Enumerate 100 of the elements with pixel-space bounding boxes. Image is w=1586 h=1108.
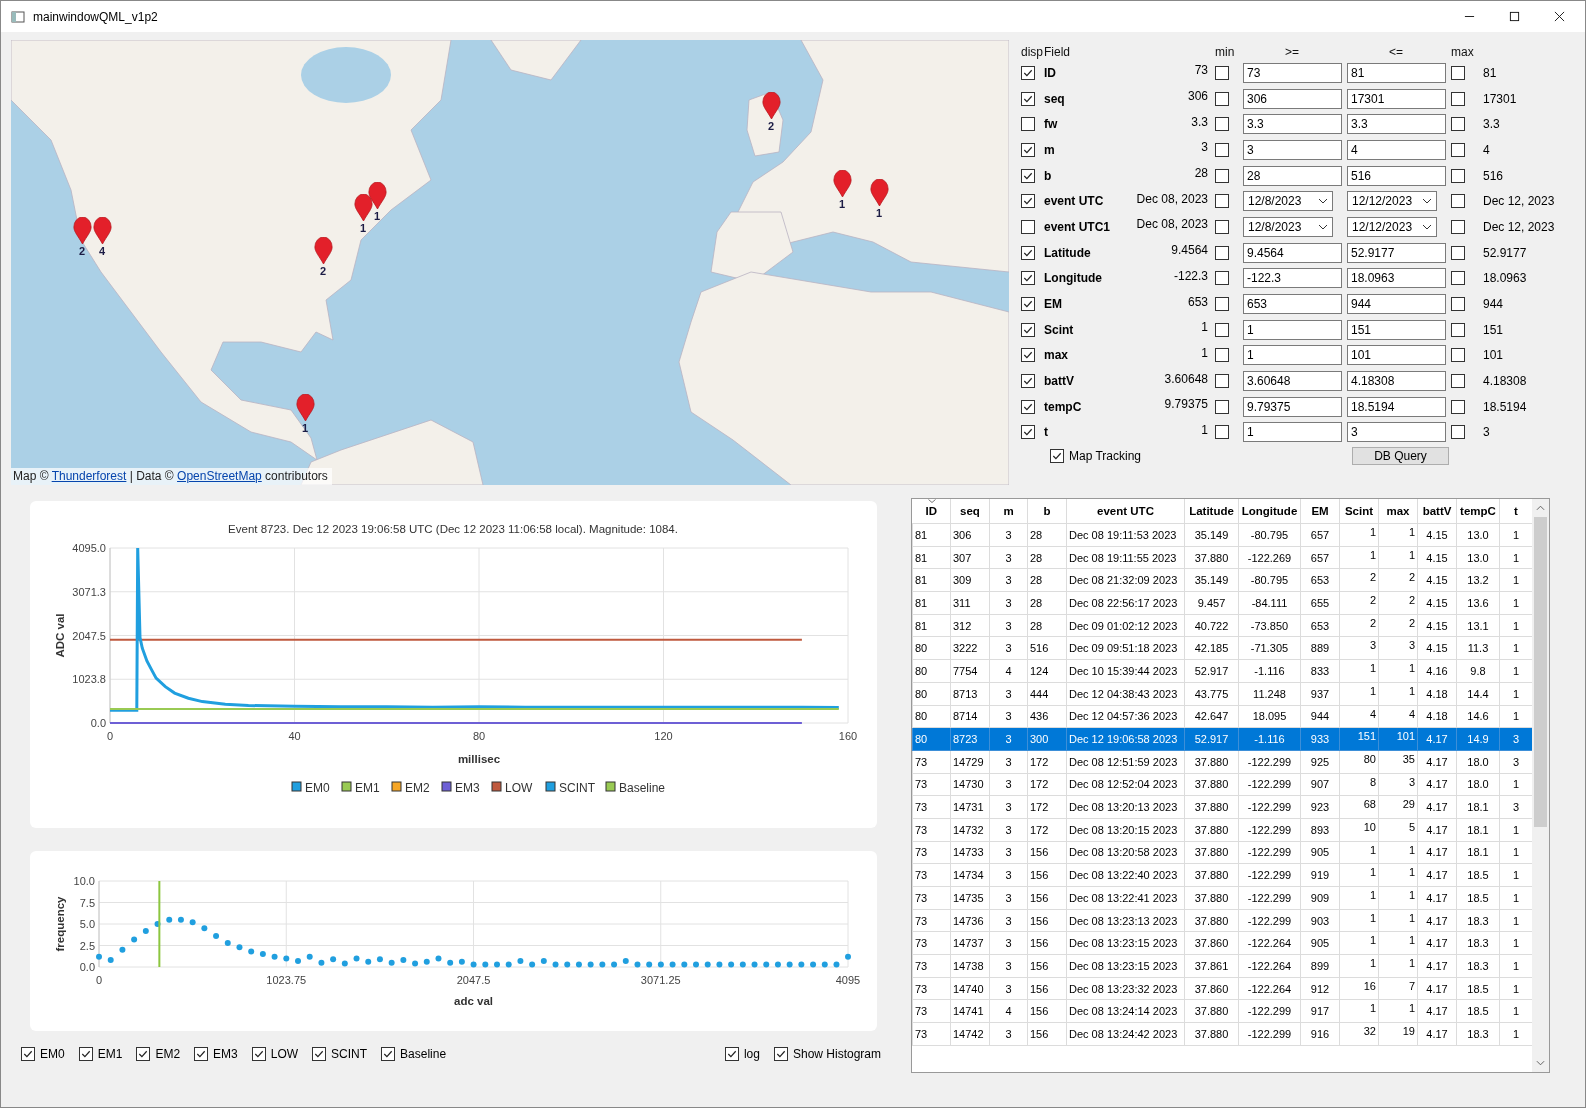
checkbox[interactable] xyxy=(21,1047,35,1061)
input-field[interactable]: 81 xyxy=(1347,62,1446,83)
date-field[interactable]: 12/12/2023 xyxy=(1347,191,1437,212)
table-row[interactable]: 73 14734 3 156 Dec 08 13:22:40 2023 37.880 -122.299 919 1 1 4.17 18.5 1 xyxy=(912,863,1532,887)
input-field[interactable]: 73 xyxy=(1243,62,1342,83)
input-field[interactable]: -122.3 xyxy=(1243,268,1342,289)
table-row[interactable]: 73 14740 3 156 Dec 08 13:23:32 2023 37.860 -122.264 912 16 7 4.17 18.5 1 xyxy=(912,977,1532,1000)
input-field[interactable]: 9.4564 xyxy=(1243,242,1342,263)
table-row[interactable]: 73 14735 3 156 Dec 08 13:22:41 2023 37.880 -122.299 909 1 1 4.17 18.5 1 xyxy=(912,886,1532,910)
checkbox[interactable] xyxy=(1021,168,1035,183)
input-field[interactable]: 306 xyxy=(1243,88,1342,109)
checkbox[interactable] xyxy=(1215,348,1229,363)
checkbox[interactable] xyxy=(1021,399,1035,414)
map-pin-icon[interactable] xyxy=(761,92,781,120)
input-field[interactable]: 3.3 xyxy=(1243,114,1342,135)
checkbox[interactable] xyxy=(1021,91,1035,106)
checkbox[interactable] xyxy=(1021,219,1035,234)
checkbox[interactable] xyxy=(1451,117,1465,132)
checkbox[interactable] xyxy=(1451,219,1465,234)
map-pin-icon[interactable] xyxy=(832,170,852,198)
checkbox[interactable] xyxy=(1215,374,1229,389)
table-row[interactable]: 73 14736 3 156 Dec 08 13:23:13 2023 37.880 -122.299 903 1 1 4.17 18.3 1 xyxy=(912,909,1532,932)
input-field[interactable]: 4 xyxy=(1347,139,1446,160)
date-field[interactable]: 12/12/2023 xyxy=(1347,216,1437,237)
checkbox[interactable] xyxy=(1021,271,1035,286)
column-header[interactable]: EM xyxy=(1300,499,1340,524)
map-pin-icon[interactable] xyxy=(295,394,315,422)
table-row[interactable]: 73 14741 4 156 Dec 08 13:24:14 2023 37.880 -122.299 917 1 1 4.17 18.5 1 xyxy=(912,999,1532,1023)
checkbox[interactable] xyxy=(1215,91,1229,106)
map-pin-icon[interactable] xyxy=(353,194,373,222)
query-button[interactable]: DB Query xyxy=(1352,447,1449,466)
checkbox[interactable] xyxy=(1215,168,1229,183)
input-field[interactable]: 1 xyxy=(1243,319,1342,340)
checkbox[interactable] xyxy=(1215,297,1229,312)
maximize-icon[interactable] xyxy=(1509,11,1520,22)
checkbox[interactable] xyxy=(1215,322,1229,337)
table-row[interactable]: 73 14738 3 156 Dec 08 13:23:15 2023 37.861 -122.264 899 1 1 4.17 18.3 1 xyxy=(912,954,1532,978)
column-header[interactable]: event UTC xyxy=(1066,499,1185,524)
map-pin-icon[interactable] xyxy=(313,237,333,265)
checkbox[interactable] xyxy=(1215,399,1229,414)
checkbox[interactable] xyxy=(1215,142,1229,157)
input-field[interactable]: 18.5194 xyxy=(1347,396,1446,417)
table-row[interactable]: 73 14732 3 172 Dec 08 13:20:15 2023 37.880 -122.299 893 10 5 4.17 18.1 1 xyxy=(912,818,1532,842)
checkbox[interactable] xyxy=(1021,348,1035,363)
checkbox[interactable] xyxy=(1451,65,1465,80)
input-field[interactable]: 52.9177 xyxy=(1347,242,1446,263)
checkbox[interactable] xyxy=(78,1047,93,1061)
checkbox[interactable] xyxy=(1021,65,1035,80)
checkbox[interactable] xyxy=(724,1047,739,1061)
attribution-link[interactable]: OpenStreetMap xyxy=(177,469,262,483)
checkbox[interactable] xyxy=(1451,142,1465,157)
table-row[interactable]: 80 8723 3 300 Dec 12 19:06:58 2023 52.917 -1.116 933 151 101 4.17 14.9 3 xyxy=(912,727,1532,751)
checkbox[interactable] xyxy=(1021,245,1035,260)
table-row[interactable]: 73 14730 3 172 Dec 08 12:52:04 2023 37.880 -122.299 907 8 3 4.17 18.0 1 xyxy=(912,773,1532,796)
column-header[interactable]: max xyxy=(1378,499,1418,524)
checkbox[interactable] xyxy=(773,1047,788,1061)
table-row[interactable]: 73 14731 3 172 Dec 08 13:20:13 2023 37.880 -122.299 923 68 29 4.17 18.1 3 xyxy=(912,795,1532,819)
table-row[interactable]: 73 14742 3 156 Dec 08 13:24:42 2023 37.880 -122.299 916 32 19 4.17 18.3 1 xyxy=(912,1022,1532,1046)
checkbox[interactable] xyxy=(251,1047,266,1061)
checkbox[interactable] xyxy=(1021,142,1035,157)
close-icon[interactable] xyxy=(1554,11,1565,22)
input-field[interactable]: 151 xyxy=(1347,319,1446,340)
input-field[interactable]: 3 xyxy=(1243,139,1342,160)
input-field[interactable]: 3.60648 xyxy=(1243,371,1342,392)
map-pin-icon[interactable] xyxy=(72,217,92,245)
column-header[interactable]: ID xyxy=(912,499,951,524)
input-field[interactable]: 1 xyxy=(1243,422,1342,443)
checkbox[interactable] xyxy=(1215,219,1229,234)
checkbox[interactable] xyxy=(1215,245,1229,260)
checkbox[interactable] xyxy=(1021,322,1035,337)
input-field[interactable]: 28 xyxy=(1243,165,1342,186)
checkbox[interactable] xyxy=(1451,168,1465,183)
input-field[interactable]: 3 xyxy=(1347,422,1446,443)
checkbox[interactable] xyxy=(1451,271,1465,286)
input-field[interactable]: 101 xyxy=(1347,345,1446,366)
checkbox[interactable] xyxy=(312,1047,327,1061)
scroll-down-icon[interactable] xyxy=(1536,1060,1545,1066)
checkbox[interactable] xyxy=(136,1047,151,1061)
input-field[interactable]: 17301 xyxy=(1347,88,1446,109)
table-row[interactable]: 81 306 3 28 Dec 08 19:11:53 2023 35.149 -80.795 657 1 1 4.15 13.0 1 xyxy=(912,523,1532,547)
checkbox[interactable] xyxy=(1451,297,1465,312)
checkbox[interactable] xyxy=(1050,449,1064,464)
table-row[interactable]: 81 311 3 28 Dec 08 22:56:17 2023 9.457 -84.111 655 2 2 4.15 13.6 1 xyxy=(912,591,1532,615)
checkbox[interactable] xyxy=(1215,194,1229,209)
column-header[interactable]: seq xyxy=(950,499,990,524)
checkbox[interactable] xyxy=(1451,425,1465,440)
table-row[interactable]: 73 14729 3 172 Dec 08 12:51:59 2023 37.880 -122.299 925 80 35 4.17 18.0 3 xyxy=(912,750,1532,774)
checkbox[interactable] xyxy=(1021,117,1035,132)
column-header[interactable]: Latitude xyxy=(1184,499,1239,524)
table-row[interactable]: 81 307 3 28 Dec 08 19:11:55 2023 37.880 -122.269 657 1 1 4.15 13.0 1 xyxy=(912,546,1532,569)
input-field[interactable]: 653 xyxy=(1243,294,1342,315)
table-row[interactable]: 80 3222 3 516 Dec 09 09:51:18 2023 42.185 -71.305 889 3 3 4.15 11.3 1 xyxy=(912,636,1532,660)
table-row[interactable]: 80 7754 4 124 Dec 10 15:39:44 2023 52.917 -1.116 833 1 1 4.16 9.8 1 xyxy=(912,659,1532,683)
scrollbar[interactable] xyxy=(1532,499,1549,1072)
column-header[interactable]: tempC xyxy=(1456,499,1500,524)
column-header[interactable]: battV xyxy=(1417,499,1457,524)
table-row[interactable]: 81 312 3 28 Dec 09 01:02:12 2023 40.722 -73.850 653 2 2 4.15 13.1 1 xyxy=(912,614,1532,637)
input-field[interactable]: 18.0963 xyxy=(1347,268,1446,289)
checkbox[interactable] xyxy=(1451,322,1465,337)
checkbox[interactable] xyxy=(1021,297,1035,312)
